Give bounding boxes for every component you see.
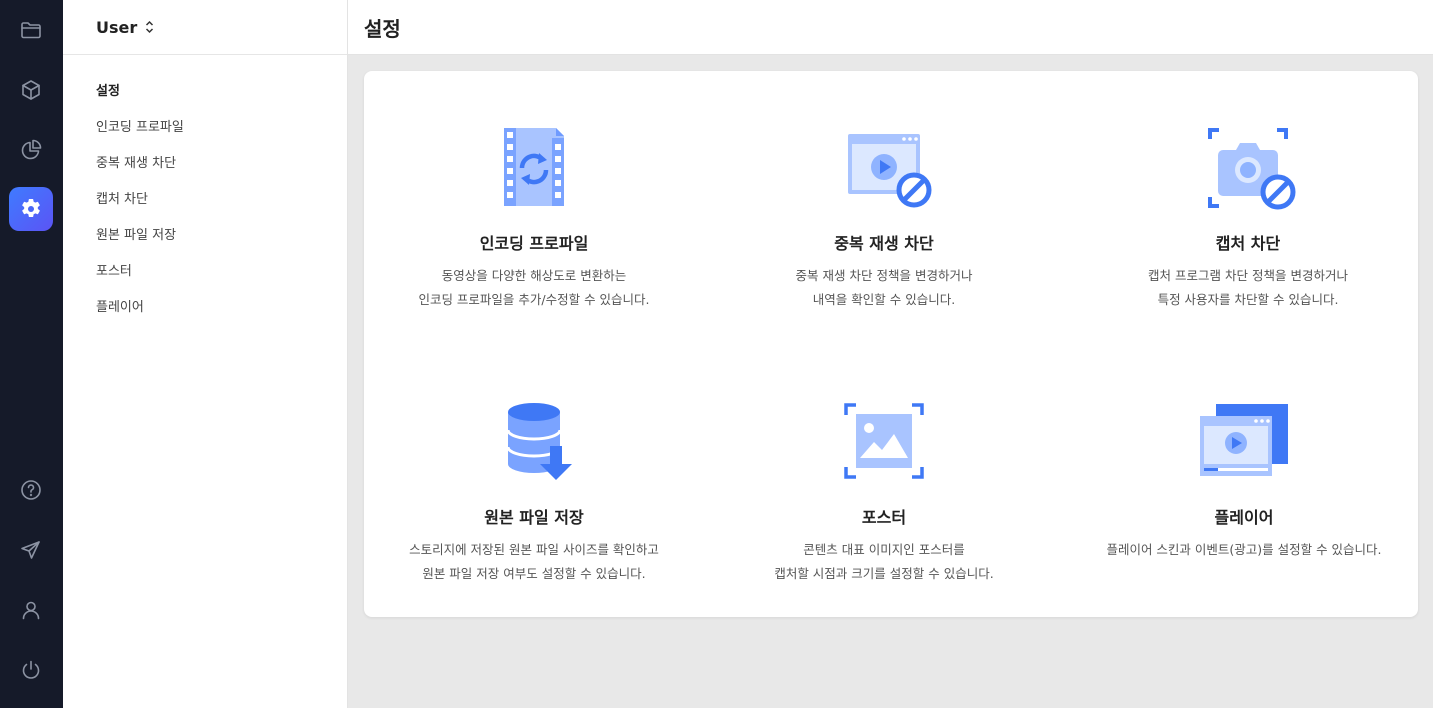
tile-title: 인코딩 프로파일	[479, 234, 589, 253]
tile-player[interactable]: 플레이어 플레이어 스킨과 이벤트(광고)를 설정할 수 있습니다.	[1074, 398, 1414, 562]
page-title: 설정	[364, 16, 401, 41]
gear-icon[interactable]	[9, 187, 53, 231]
tile-description: 중복 재생 차단 정책을 변경하거나 내역을 확인할 수 있습니다.	[795, 268, 973, 307]
tile-title: 원본 파일 저장	[484, 508, 584, 527]
sidebar-item-player[interactable]: 플레이어	[63, 287, 347, 323]
sidebar-item-poster[interactable]: 포스터	[63, 251, 347, 287]
folder-icon[interactable]	[9, 8, 53, 52]
tile-title: 포스터	[861, 508, 907, 527]
icon-rail	[0, 0, 63, 708]
page-header: 설정	[348, 0, 1433, 55]
sidebar-item-capture-block[interactable]: 캡처 차단	[63, 179, 347, 215]
original-file-storage-icon	[484, 398, 584, 494]
settings-sidebar: User 설정 인코딩 프로파일 중복 재생 차단 캡처 차단 원본 파일 저장…	[63, 0, 348, 708]
encoding-profile-icon	[484, 124, 584, 220]
tile-title: 플레이어	[1214, 508, 1274, 527]
user-selector[interactable]: User	[63, 0, 347, 55]
tile-original-file-storage[interactable]: 원본 파일 저장 스토리지에 저장된 원본 파일 사이즈를 확인하고 원본 파일…	[364, 398, 704, 586]
user-icon[interactable]	[9, 588, 53, 632]
send-icon[interactable]	[9, 528, 53, 572]
poster-icon	[834, 398, 934, 494]
pie-chart-icon[interactable]	[9, 128, 53, 172]
power-icon[interactable]	[9, 648, 53, 692]
player-icon	[1194, 398, 1294, 494]
tile-encoding-profile[interactable]: 인코딩 프로파일 동영상을 다양한 해상도로 변환하는 인코딩 프로파일을 추가…	[364, 124, 704, 312]
tile-duplicate-play-block[interactable]: 중복 재생 차단 중복 재생 차단 정책을 변경하거나 내역을 확인할 수 있습…	[714, 124, 1054, 312]
tile-description: 콘텐츠 대표 이미지인 포스터를 캡처할 시점과 크기를 설정할 수 있습니다.	[774, 542, 994, 581]
tile-description: 스토리지에 저장된 원본 파일 사이즈를 확인하고 원본 파일 저장 여부도 설…	[409, 542, 659, 581]
tile-description: 플레이어 스킨과 이벤트(광고)를 설정할 수 있습니다.	[1106, 542, 1382, 557]
sidebar-item-original-file-storage[interactable]: 원본 파일 저장	[63, 215, 347, 251]
tile-description: 캡처 프로그램 차단 정책을 변경하거나 특정 사용자를 차단할 수 있습니다.	[1148, 268, 1348, 307]
user-label: User	[96, 17, 138, 37]
tile-title: 중복 재생 차단	[834, 234, 934, 253]
sidebar-item-encoding-profile[interactable]: 인코딩 프로파일	[63, 107, 347, 143]
tile-title: 캡처 차단	[1215, 234, 1281, 253]
duplicate-play-block-icon	[834, 124, 934, 220]
settings-menu: 설정 인코딩 프로파일 중복 재생 차단 캡처 차단 원본 파일 저장 포스터 …	[63, 55, 347, 323]
help-icon[interactable]	[9, 468, 53, 512]
tile-capture-block[interactable]: 캡처 차단 캡처 프로그램 차단 정책을 변경하거나 특정 사용자를 차단할 수…	[1078, 124, 1418, 312]
chevron-up-down-icon	[145, 20, 154, 34]
sidebar-item-duplicate-play-block[interactable]: 중복 재생 차단	[63, 143, 347, 179]
tile-poster[interactable]: 포스터 콘텐츠 대표 이미지인 포스터를 캡처할 시점과 크기를 설정할 수 있…	[714, 398, 1054, 586]
sidebar-item-settings[interactable]: 설정	[63, 71, 347, 107]
tile-description: 동영상을 다양한 해상도로 변환하는 인코딩 프로파일을 추가/수정할 수 있습…	[418, 268, 650, 307]
settings-card: 인코딩 프로파일 동영상을 다양한 해상도로 변환하는 인코딩 프로파일을 추가…	[364, 71, 1418, 617]
capture-block-icon	[1198, 124, 1298, 220]
cube-icon[interactable]	[9, 68, 53, 112]
